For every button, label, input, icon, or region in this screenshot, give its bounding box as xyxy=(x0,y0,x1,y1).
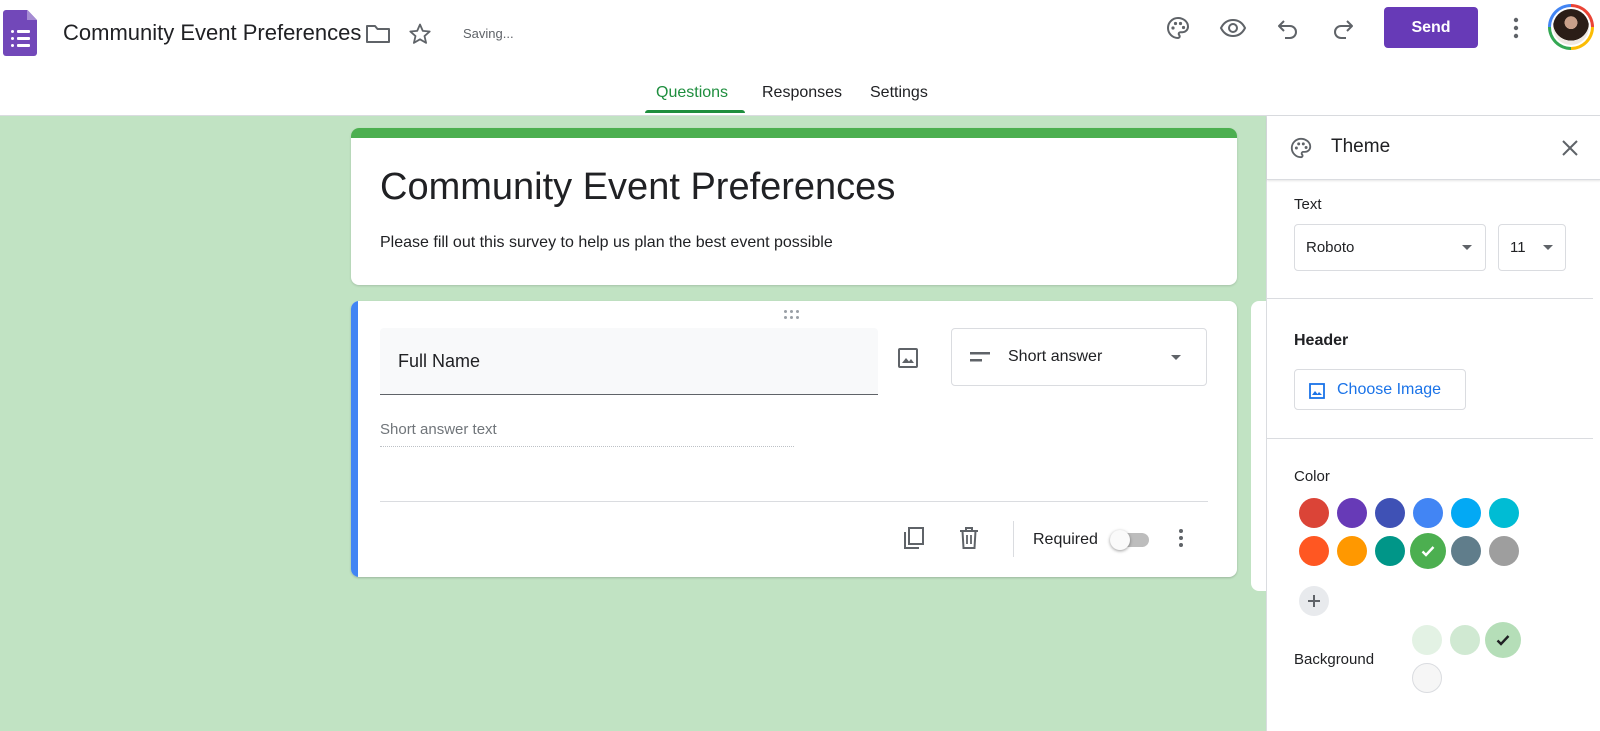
background-swatch[interactable] xyxy=(1485,622,1521,658)
send-button[interactable]: Send xyxy=(1384,7,1478,48)
font-value: Roboto xyxy=(1306,239,1355,256)
form-title-card: Community Event Preferences Please fill … xyxy=(351,128,1237,285)
divider xyxy=(1013,521,1014,557)
chevron-down-icon xyxy=(1543,245,1553,250)
saving-status: Saving... xyxy=(463,26,514,41)
color-swatch[interactable] xyxy=(1451,536,1481,566)
redo-icon[interactable] xyxy=(1325,10,1361,46)
background-section-label: Background xyxy=(1294,651,1375,668)
question-type-label: Short answer xyxy=(1008,348,1103,365)
color-swatch[interactable] xyxy=(1375,536,1405,566)
duplicate-icon[interactable] xyxy=(896,520,932,556)
color-section-label: Color xyxy=(1294,468,1330,485)
chevron-down-icon xyxy=(1171,355,1181,360)
background-swatch[interactable] xyxy=(1412,663,1442,693)
question-title-input[interactable]: Full Name xyxy=(380,328,878,395)
font-size-value: 11 xyxy=(1510,239,1526,256)
theme-header: Theme xyxy=(1267,116,1600,180)
more-vert-icon[interactable] xyxy=(1498,10,1534,46)
active-tab-indicator xyxy=(645,110,745,113)
document-title[interactable]: Community Event Preferences xyxy=(63,20,361,46)
answer-line xyxy=(380,446,794,447)
theme-panel: Theme Text Roboto 11 Header Choose Image… xyxy=(1266,116,1600,731)
choose-image-label: Choose Image xyxy=(1337,381,1442,398)
avatar[interactable] xyxy=(1548,4,1594,50)
delete-icon[interactable] xyxy=(951,520,987,556)
form-description[interactable]: Please fill out this survey to help us p… xyxy=(380,234,833,252)
eye-icon[interactable] xyxy=(1215,10,1251,46)
forms-logo-icon[interactable] xyxy=(3,10,37,56)
color-swatch[interactable] xyxy=(1337,536,1367,566)
add-color-icon[interactable] xyxy=(1299,586,1329,616)
color-swatch[interactable] xyxy=(1413,498,1443,528)
color-swatch[interactable] xyxy=(1299,536,1329,566)
palette-icon xyxy=(1283,130,1319,166)
image-icon xyxy=(1309,383,1325,399)
tab-settings[interactable]: Settings xyxy=(870,84,928,102)
color-swatch[interactable] xyxy=(1375,498,1405,528)
background-swatch[interactable] xyxy=(1412,625,1442,655)
divider xyxy=(380,501,1208,502)
question-type-select[interactable]: Short answer xyxy=(951,328,1207,386)
font-select[interactable]: Roboto xyxy=(1294,224,1486,271)
header-section-label: Header xyxy=(1294,332,1349,349)
color-swatch[interactable] xyxy=(1337,498,1367,528)
folder-icon[interactable] xyxy=(360,16,396,52)
font-size-select[interactable]: 11 xyxy=(1498,224,1566,271)
answer-placeholder: Short answer text xyxy=(380,421,497,438)
question-title: Full Name xyxy=(398,351,481,371)
add-image-icon[interactable] xyxy=(890,340,926,376)
palette-icon[interactable] xyxy=(1160,10,1196,46)
undo-icon[interactable] xyxy=(1270,10,1306,46)
choose-image-button[interactable]: Choose Image xyxy=(1294,369,1466,410)
question-card[interactable]: Full Name Short answer Short answer text… xyxy=(351,301,1237,577)
background-swatch[interactable] xyxy=(1450,625,1480,655)
required-label: Required xyxy=(1033,531,1098,548)
color-swatch[interactable] xyxy=(1299,498,1329,528)
top-bar: Community Event Preferences Saving... Se… xyxy=(0,0,1600,116)
theme-title: Theme xyxy=(1331,136,1391,157)
more-vert-icon[interactable] xyxy=(1163,520,1199,556)
chevron-down-icon xyxy=(1462,245,1472,250)
color-swatch[interactable] xyxy=(1410,533,1446,569)
short-text-icon xyxy=(970,352,990,362)
color-swatch[interactable] xyxy=(1489,498,1519,528)
star-icon[interactable] xyxy=(402,16,438,52)
form-title[interactable]: Community Event Preferences xyxy=(380,166,895,209)
required-toggle[interactable] xyxy=(1110,530,1149,550)
divider xyxy=(1267,438,1593,439)
color-swatch[interactable] xyxy=(1489,536,1519,566)
floating-toolbar xyxy=(1251,301,1267,591)
tab-questions[interactable]: Questions xyxy=(656,84,728,102)
text-section-label: Text xyxy=(1294,196,1322,213)
divider xyxy=(1267,298,1593,299)
color-swatch[interactable] xyxy=(1451,498,1481,528)
tab-responses[interactable]: Responses xyxy=(762,84,842,102)
close-icon[interactable] xyxy=(1552,130,1588,166)
drag-handle-icon[interactable] xyxy=(784,310,806,322)
